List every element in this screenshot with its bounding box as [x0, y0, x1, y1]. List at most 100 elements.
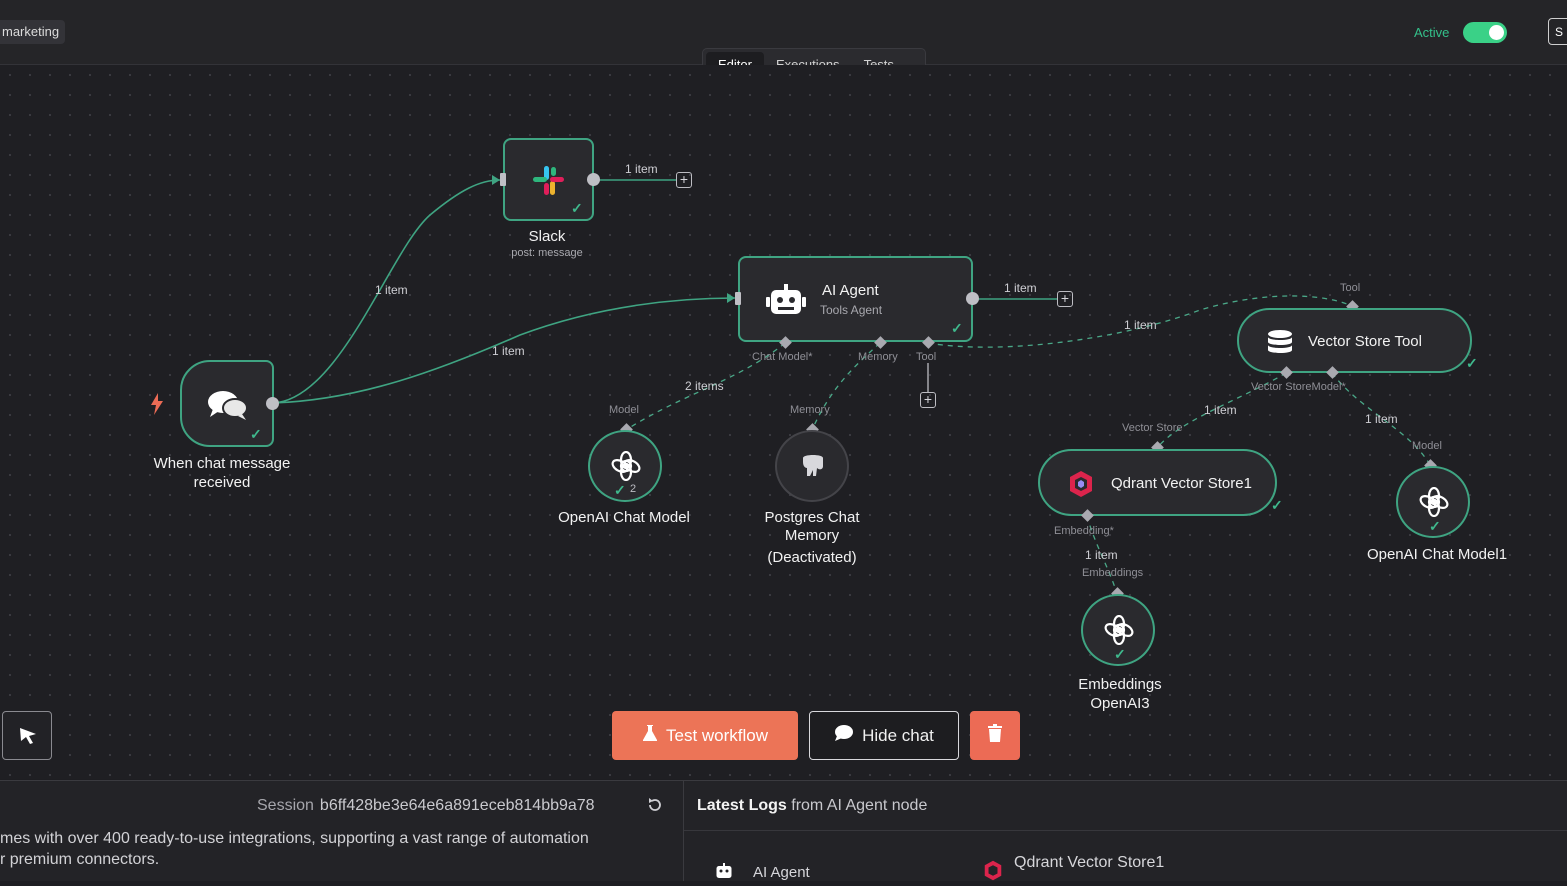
slack-input-handle[interactable] — [500, 173, 506, 186]
postgres-port-label: Memory — [790, 404, 830, 416]
elephant-icon — [799, 452, 827, 485]
log-item-ai-agent[interactable]: AI Agent — [753, 864, 810, 881]
vector-tool-port-label-bottom: Vector StoreModel* — [1251, 381, 1346, 393]
session-id: b6ff428be3e64e6a891eceb814bb9a78 — [319, 797, 595, 814]
embeddings-title-line1: Embeddings — [1078, 676, 1162, 693]
hide-chat-button[interactable]: Hide chat — [809, 711, 959, 760]
qdrant-title: Qdrant Vector Store1 — [1111, 475, 1252, 492]
chat-message: mes with over 400 ready-to-use integrati… — [0, 828, 660, 870]
success-check-icon: ✓ — [1466, 355, 1478, 371]
trash-icon — [987, 724, 1003, 747]
database-icon — [1267, 329, 1293, 360]
edge-label-agent-model: 2 items — [685, 379, 724, 393]
active-label: Active — [1414, 25, 1450, 40]
node-postgres-memory[interactable] — [775, 430, 849, 502]
edge-label-slack-out: 1 item — [625, 162, 658, 176]
edge-label-tool-model1: 1 item — [1365, 412, 1398, 426]
chat-message-line1: mes with over 400 ready-to-use integrati… — [0, 830, 589, 847]
success-check-icon: ✓ — [614, 482, 626, 498]
success-check-icon: ✓ — [250, 426, 262, 442]
agent-port-label-memory: Memory — [858, 351, 898, 363]
openai-icon — [1104, 614, 1134, 650]
openai-icon — [611, 450, 641, 486]
save-button[interactable]: S — [1548, 18, 1567, 45]
node-openai-chat-model[interactable]: ✓ 2 — [588, 430, 662, 502]
openai-icon — [1419, 486, 1449, 522]
agent-output-handle[interactable] — [966, 292, 979, 305]
slack-output-handle[interactable] — [587, 173, 600, 186]
postgres-title-line2: Memory — [784, 527, 840, 544]
chat-message-line2: r premium connectors. — [0, 851, 160, 868]
edge-label-tool-qdrant: 1 item — [1204, 403, 1237, 417]
edge-label-trigger-agent: 1 item — [492, 344, 525, 358]
agent-subtitle: Tools Agent — [820, 303, 883, 317]
session-info: Session b6ff428be3e64e6a891eceb814bb9a78 — [257, 797, 595, 815]
qdrant-icon — [984, 860, 1002, 886]
node-vector-store-tool[interactable]: Vector Store Tool — [1237, 308, 1472, 373]
vector-tool-title: Vector Store Tool — [1308, 333, 1422, 350]
edge-label-agent-tool: 1 item — [1124, 318, 1157, 332]
agent-title: AI Agent — [822, 282, 879, 299]
slack-icon — [531, 164, 567, 203]
qdrant-icon — [1069, 470, 1093, 503]
logs-panel: Latest Logs from AI Agent node AI Agent … — [684, 780, 1567, 881]
chat-bubbles-icon — [207, 389, 249, 426]
embeddings-title-line2: OpenAI3 — [1090, 695, 1150, 712]
openai-chat-title: OpenAI Chat Model — [558, 509, 690, 526]
slack-title: Slack — [528, 228, 566, 245]
success-check-icon: ✓ — [571, 200, 583, 216]
flask-icon — [642, 724, 658, 747]
success-check-icon: ✓ — [951, 320, 963, 336]
edge-label-agent-out: 1 item — [1004, 281, 1037, 295]
clear-chat-button[interactable] — [970, 711, 1020, 760]
trigger-bolt-icon — [149, 393, 165, 420]
agent-input-handle[interactable] — [735, 292, 741, 305]
session-label: Session — [257, 797, 314, 814]
logs-heading-bold: Latest Logs — [697, 797, 787, 814]
agent-add-node-button[interactable]: + — [1057, 291, 1073, 307]
openai-chat-port-label: Model — [609, 404, 639, 416]
chat-bubble-icon — [834, 724, 854, 747]
cursor-arrow-icon — [18, 726, 38, 751]
node-chat-trigger[interactable]: ✓ — [180, 360, 274, 447]
workflow-tag[interactable]: marketing — [0, 20, 66, 44]
zoom-to-fit-button[interactable] — [2, 711, 52, 760]
postgres-title-line1: Postgres Chat — [764, 509, 860, 526]
success-check-icon: ✓ — [1114, 646, 1126, 662]
agent-add-tool-button[interactable]: + — [920, 392, 936, 408]
agent-port-label-tool: Tool — [916, 351, 937, 363]
trigger-title: When chat message received — [153, 455, 291, 491]
node-slack[interactable]: ✓ — [503, 138, 594, 221]
qdrant-port-label-top: Vector Store — [1122, 422, 1183, 434]
embeddings-port-label: Embeddings — [1082, 567, 1144, 579]
test-workflow-label: Test workflow — [665, 725, 769, 745]
hide-chat-label: Hide chat — [862, 725, 934, 745]
vector-tool-port-label-top: Tool — [1340, 282, 1361, 294]
chat-panel: Session b6ff428be3e64e6a891eceb814bb9a78 … — [0, 780, 684, 881]
node-ai-agent[interactable]: AI Agent Tools Agent ✓ — [738, 256, 973, 342]
trigger-output-handle[interactable] — [266, 397, 279, 410]
logs-heading-rest: from AI Agent node — [786, 797, 928, 814]
postgres-title-line3: (Deactivated) — [767, 549, 857, 566]
test-workflow-button[interactable]: Test workflow — [612, 711, 798, 760]
toggle-knob — [1489, 25, 1504, 40]
log-item-qdrant[interactable]: Qdrant Vector Store1 — [1014, 854, 1164, 872]
edge-label-trigger-slack: 1 item — [375, 283, 408, 297]
node-openai-chat-model1[interactable]: ✓ — [1396, 466, 1470, 538]
edge-label-qdrant-emb: 1 item — [1085, 548, 1118, 562]
success-check-icon: ✓ — [1271, 497, 1283, 513]
run-count-badge: 2 — [630, 483, 637, 495]
robot-icon — [714, 863, 734, 884]
qdrant-port-label-bottom: Embedding* — [1054, 525, 1114, 537]
slack-add-node-button[interactable]: + — [676, 172, 692, 188]
openai-chat1-title: OpenAI Chat Model1 — [1366, 546, 1508, 563]
success-check-icon: ✓ — [1429, 518, 1441, 534]
logs-heading: Latest Logs from AI Agent node — [684, 781, 1567, 831]
node-embeddings-openai[interactable]: ✓ — [1081, 594, 1155, 666]
openai-chat1-port-label: Model — [1412, 440, 1442, 452]
node-qdrant-vector-store[interactable]: Qdrant Vector Store1 — [1038, 449, 1277, 516]
robot-icon — [766, 284, 806, 321]
refresh-session-icon[interactable] — [647, 797, 663, 818]
slack-subtitle: post: message — [511, 247, 583, 259]
active-toggle[interactable] — [1463, 22, 1507, 43]
